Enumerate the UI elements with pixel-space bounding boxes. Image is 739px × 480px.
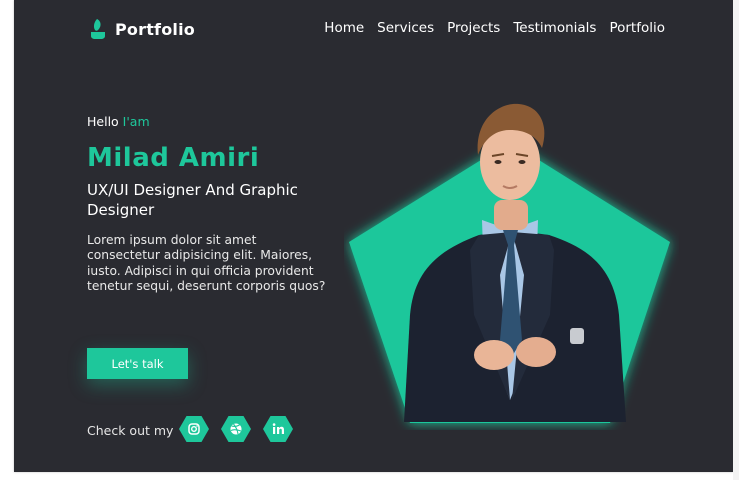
linkedin-link[interactable]	[263, 416, 293, 442]
instagram-icon	[179, 416, 209, 442]
portfolio-page: Portfolio Home Services Projects Testimo…	[14, 0, 733, 472]
hero-role: UX/UI Designer And Graphic Designer	[87, 181, 298, 219]
hero-portrait	[349, 103, 670, 423]
greeting-accent: I'am	[122, 114, 150, 129]
brand-logo[interactable]: Portfolio	[89, 16, 195, 42]
lets-talk-button[interactable]: Let's talk	[87, 348, 188, 379]
checkout-label: Check out my	[87, 423, 174, 438]
feather-ink-icon	[91, 19, 105, 39]
hero-greeting: Hello I'am	[87, 114, 150, 129]
left-hand	[474, 340, 514, 370]
dribbble-link[interactable]	[221, 416, 251, 442]
main-nav: Home Services Projects Testimonials Port…	[324, 20, 665, 36]
right-hand	[516, 337, 556, 367]
hero-description: Lorem ipsum dolor sit amet consectetur a…	[87, 233, 326, 293]
page-scrollbar[interactable]	[733, 0, 739, 480]
nav-portfolio[interactable]: Portfolio	[609, 20, 665, 36]
dribbble-icon	[221, 416, 251, 442]
hero-name: Milad Amiri	[87, 143, 260, 173]
nav-testimonials[interactable]: Testimonials	[513, 20, 596, 36]
linkedin-icon	[263, 416, 293, 442]
nav-projects[interactable]: Projects	[447, 20, 500, 36]
greeting-text: Hello	[87, 114, 119, 129]
brand-name: Portfolio	[115, 19, 195, 39]
nav-services[interactable]: Services	[377, 20, 434, 36]
nav-home[interactable]: Home	[324, 20, 364, 36]
instagram-link[interactable]	[179, 416, 209, 442]
